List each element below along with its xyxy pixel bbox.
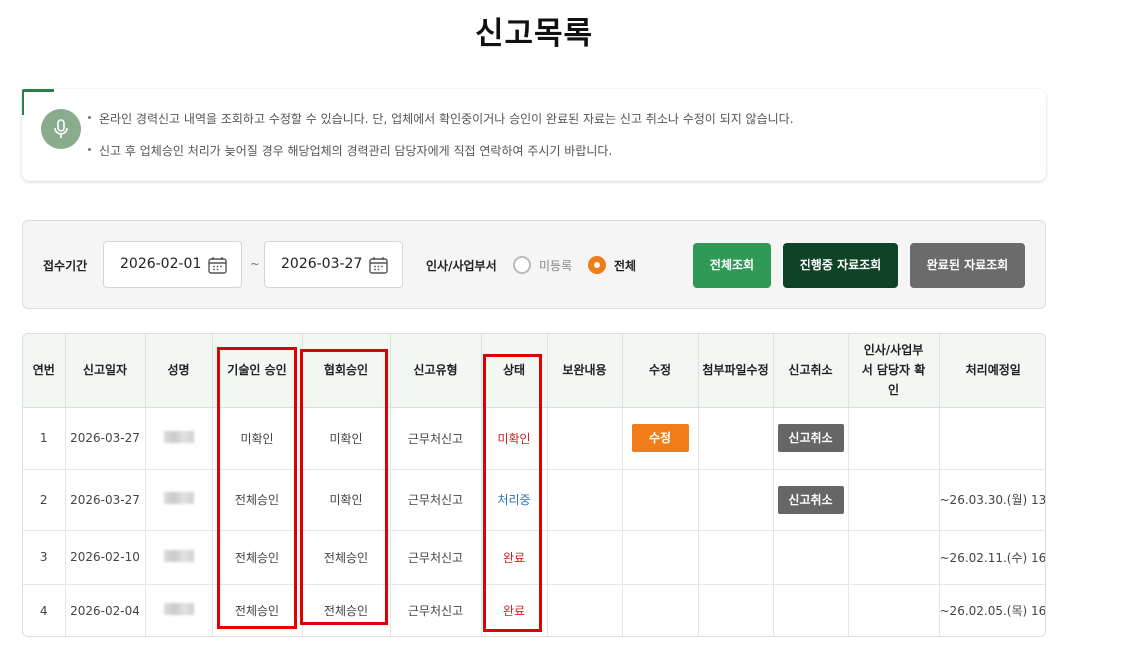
cell-supplement [547, 407, 623, 470]
cell-due-date: ~26.03.30.(월) 13:56 [939, 469, 1045, 531]
notice-box: 온라인 경력신고 내역을 조회하고 수정할 수 있습니다. 단, 업체에서 확인… [22, 89, 1046, 181]
cell-attachment [698, 584, 774, 636]
col-header-edit: 수정 [622, 334, 699, 408]
cell-edit [622, 584, 699, 636]
cell-edit [622, 469, 699, 531]
radio-all-label[interactable]: 전체 [614, 257, 636, 274]
col-header-hr-confirm: 인사/사업부서 담당자 확인 [848, 334, 940, 408]
edit-button[interactable]: 수정 [631, 424, 689, 452]
highlight-box-status [483, 354, 542, 632]
cell-no: 4 [23, 584, 66, 636]
col-header-cancel: 신고취소 [773, 334, 849, 408]
cell-due-date: ~26.02.05.(목) 16:19 [939, 604, 1046, 619]
cell-cancel [773, 584, 849, 636]
cell-edit: 수정 [622, 407, 699, 470]
redacted-name [163, 549, 194, 562]
highlight-box-engineer-approval [217, 347, 297, 629]
calendar-icon[interactable] [369, 256, 388, 274]
page-title: 신고목록 [474, 16, 594, 52]
cell-supplement [547, 469, 623, 531]
col-header-no: 연번 [23, 334, 66, 408]
start-date-input[interactable]: 2026-02-01 [103, 241, 242, 288]
cell-date: 2026-02-04 [65, 584, 146, 636]
cell-name [145, 530, 213, 585]
col-header-name: 성명 [145, 334, 213, 408]
col-header-report-type: 신고유형 [390, 334, 482, 408]
radio-unregistered[interactable] [513, 256, 531, 274]
cell-no: 2 [23, 469, 66, 531]
cell-supplement [547, 584, 623, 636]
cell-attachment [698, 469, 774, 531]
microphone-icon [41, 109, 81, 149]
cell-due-date: ~26.02.11.(수) 16:14 [939, 530, 1045, 585]
cancel-report-button[interactable]: 신고취소 [777, 485, 844, 514]
col-header-date: 신고일자 [65, 334, 146, 408]
dept-label: 인사/사업부서 [426, 259, 497, 273]
cell-date: 2026-02-10 [65, 530, 146, 585]
col-header-supplement: 보완내용 [547, 334, 623, 408]
cell-hr-confirm [848, 584, 940, 636]
cell-edit [622, 530, 699, 585]
cell-cancel: 신고취소 [773, 469, 849, 531]
calendar-icon[interactable] [208, 256, 227, 274]
notice-accent-bar [22, 89, 54, 92]
notice-line-2: 신고 후 업체승인 처리가 늦어질 경우 해당업체의 경력관리 담당자에게 직접… [88, 142, 612, 159]
cancel-report-button[interactable]: 신고취소 [777, 424, 844, 452]
end-date-input[interactable]: 2026-03-27 [264, 241, 403, 288]
cell-date: 2026-03-27 [65, 469, 146, 531]
cell-attachment [698, 530, 774, 585]
radio-all[interactable] [588, 256, 606, 274]
cell-name [145, 584, 213, 636]
radio-unregistered-label[interactable]: 미등록 [539, 257, 572, 274]
redacted-name [163, 603, 194, 616]
cell-date: 2026-03-27 [65, 407, 146, 470]
cell-hr-confirm [848, 469, 940, 531]
cell-due-date [939, 407, 1045, 470]
cell-no: 3 [23, 530, 66, 585]
cell-supplement [547, 530, 623, 585]
cell-no: 1 [23, 407, 66, 470]
search-all-button[interactable]: 전체조회 [693, 243, 771, 288]
cell-report-type: 근무처신고 [390, 584, 482, 636]
notice-line-1: 온라인 경력신고 내역을 조회하고 수정할 수 있습니다. 단, 업체에서 확인… [88, 110, 794, 127]
period-label: 접수기간 [43, 259, 88, 273]
cell-attachment [698, 407, 774, 470]
cell-name [145, 469, 213, 531]
cell-hr-confirm [848, 407, 940, 470]
cell-report-type: 근무처신고 [390, 407, 482, 470]
cell-report-type: 근무처신고 [390, 469, 482, 531]
col-header-attachment: 첨부파일수정 [698, 334, 774, 408]
highlight-box-association-approval [300, 349, 388, 625]
cell-cancel [773, 530, 849, 585]
col-header-due-date: 처리예정일 [939, 334, 1045, 408]
search-in-progress-button[interactable]: 진행중 자료조회 [783, 243, 898, 288]
search-completed-button[interactable]: 완료된 자료조회 [910, 243, 1025, 288]
cell-report-type: 근무처신고 [390, 530, 482, 585]
search-filter-panel: 접수기간 2026-02-01 ~ 2026-03-27 인사/사업부서 미등록… [22, 220, 1046, 309]
date-separator: ~ [250, 257, 261, 271]
cell-name [145, 407, 213, 470]
cell-cancel: 신고취소 [773, 407, 849, 470]
cell-hr-confirm [848, 530, 940, 585]
redacted-name [163, 430, 194, 443]
redacted-name [163, 492, 194, 504]
notice-accent-edge [22, 89, 24, 115]
